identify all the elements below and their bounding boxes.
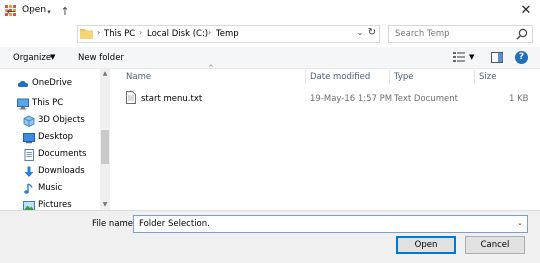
file-name-dropdown-icon[interactable]: ⌄ <box>517 219 523 227</box>
sidebar-item-label: 3D Objects <box>38 115 85 125</box>
change-view-icon[interactable] <box>453 52 465 63</box>
sidebar-item-this-pc[interactable]: This PC <box>0 96 100 112</box>
sidebar-item-pictures[interactable]: Pictures <box>0 198 100 210</box>
pictures-icon <box>23 201 35 210</box>
column-divider[interactable] <box>305 70 306 84</box>
forward-arrow-icon[interactable]: → <box>23 5 37 19</box>
search-icon[interactable] <box>516 28 528 40</box>
desktop-icon <box>23 133 35 144</box>
cube-icon <box>23 115 35 127</box>
sidebar-item-label: Documents <box>38 149 87 159</box>
cancel-button[interactable]: Cancel <box>465 236 525 254</box>
scroll-down-icon[interactable]: ▼ <box>100 201 110 209</box>
computer-icon <box>17 98 29 110</box>
file-date-modified: 19-May-16 1:57 PM <box>310 94 393 104</box>
file-type: Text Document <box>394 94 458 104</box>
search-input[interactable]: Search Temp <box>395 29 450 39</box>
sidebar-item-documents[interactable]: Documents <box>0 147 100 163</box>
column-header-size[interactable]: Size <box>479 72 496 82</box>
column-header-date-modified[interactable]: Date modified <box>310 72 370 82</box>
file-name-value[interactable]: Folder Selection. <box>139 219 210 229</box>
sort-indicator-icon: ^ <box>208 64 214 72</box>
sidebar-item-music[interactable]: Music <box>0 181 100 197</box>
preview-pane-icon[interactable] <box>491 52 503 63</box>
text-file-icon <box>126 91 136 104</box>
new-folder-button[interactable]: New folder <box>78 53 124 63</box>
sidebar-item-onedrive[interactable]: OneDrive <box>0 76 100 92</box>
file-name[interactable]: start menu.txt <box>141 94 202 104</box>
address-dropdown-icon[interactable]: ⌄ <box>355 28 365 37</box>
sidebar-item-label: Desktop <box>38 132 74 142</box>
file-size: 1 KB <box>509 94 529 104</box>
breadcrumb-temp[interactable]: Temp <box>216 29 239 39</box>
column-divider[interactable] <box>474 70 475 84</box>
sidebar-item-label: This PC <box>32 98 64 108</box>
column-header-type[interactable]: Type <box>394 72 414 82</box>
scroll-up-icon[interactable]: ▲ <box>100 70 110 78</box>
column-divider[interactable] <box>389 70 390 84</box>
column-header-name[interactable]: Name <box>126 72 151 82</box>
breadcrumb-this-pc[interactable]: This PC <box>104 29 135 39</box>
downloads-icon <box>24 166 34 177</box>
sidebar-item-downloads[interactable]: Downloads <box>0 164 100 180</box>
sidebar-item-label: OneDrive <box>32 78 72 88</box>
scrollbar-thumb[interactable] <box>101 130 109 164</box>
up-arrow-icon[interactable]: ↑ <box>58 5 72 19</box>
organize-button[interactable]: Organize <box>13 53 51 63</box>
breadcrumb-separator: › <box>139 28 143 37</box>
sidebar-item-label: Music <box>38 183 63 193</box>
sidebar-item-label: Pictures <box>38 200 72 210</box>
breadcrumb-local-disk[interactable]: Local Disk (C:) <box>147 29 208 39</box>
folder-icon <box>80 29 93 39</box>
open-button[interactable]: Open <box>396 236 456 254</box>
cloud-icon <box>17 80 29 87</box>
back-arrow-icon[interactable]: ← <box>4 5 18 19</box>
close-button[interactable]: ✕ <box>516 3 536 19</box>
breadcrumb-separator: › <box>208 28 212 37</box>
music-icon <box>24 183 33 194</box>
sidebar-item-3d-objects[interactable]: 3D Objects <box>0 113 100 129</box>
breadcrumb-separator: › <box>97 28 101 37</box>
file-name-label: File name: <box>92 219 136 229</box>
help-icon[interactable]: ? <box>515 51 528 64</box>
recent-locations-chevron-icon[interactable]: ▾ <box>42 5 56 19</box>
documents-icon <box>24 149 34 161</box>
sidebar-item-label: Downloads <box>38 166 85 176</box>
view-options-chevron-icon[interactable]: ▼ <box>469 53 474 61</box>
refresh-icon[interactable]: ↻ <box>366 27 378 41</box>
sidebar-item-desktop[interactable]: Desktop <box>0 130 100 146</box>
file-list <box>111 69 540 210</box>
organize-chevron-icon[interactable]: ▼ <box>50 53 55 61</box>
title-bar <box>0 0 540 22</box>
